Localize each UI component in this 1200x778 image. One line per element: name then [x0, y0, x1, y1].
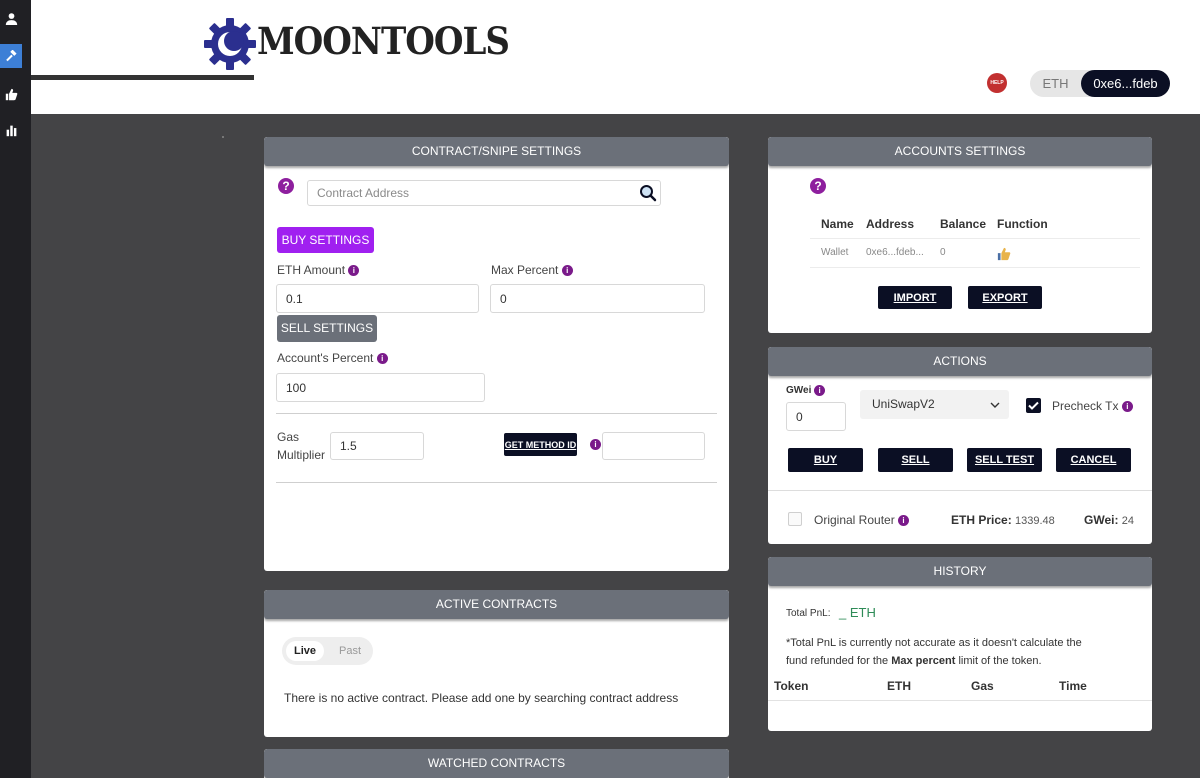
actions-panel: ACTIONS GWei i 0 UniSwapV2 Precheck Tx i… [768, 347, 1152, 544]
max-percent-label: Max Percent i [491, 263, 573, 277]
live-past-toggle: Live Past [282, 637, 373, 665]
accounts-settings-title: ACCOUNTS SETTINGS [768, 137, 1152, 166]
logo-text: MOONTOOLS [257, 20, 510, 64]
gwei-label: GWei i [786, 385, 826, 396]
sidebar-item-stats[interactable] [0, 118, 22, 142]
network-label[interactable]: ETH [1030, 70, 1081, 97]
pnl-note-line1: *Total PnL is currently not accurate as … [786, 637, 1082, 649]
info-icon[interactable]: i [814, 385, 826, 396]
help-question-icon[interactable]: ? [810, 178, 826, 194]
gwei-input[interactable]: 0 [786, 402, 846, 431]
contract-settings-title: CONTRACT/SNIPE SETTINGS [264, 137, 729, 166]
divider [276, 413, 717, 414]
original-router-label: Original Router i [814, 513, 910, 527]
buy-button[interactable]: BUY [788, 448, 863, 472]
chevron-down-icon [990, 402, 1000, 408]
divider [768, 490, 1152, 491]
history-title: HISTORY [768, 557, 1152, 586]
active-contracts-title: ACTIVE CONTRACTS [264, 590, 729, 619]
get-method-id-button[interactable]: GET METHOD ID [504, 433, 577, 456]
total-pnl-label: Total PnL: [786, 608, 831, 619]
hammer-icon [5, 49, 17, 61]
divider [768, 700, 1152, 701]
router-select[interactable]: UniSwapV2 [860, 390, 1009, 419]
bar-chart-icon [6, 125, 16, 136]
watched-contracts-title: WATCHED CONTRACTS [264, 749, 729, 778]
sidebar [0, 0, 31, 778]
help-question-icon[interactable]: ? [278, 178, 294, 194]
column-header: ETH [887, 679, 911, 693]
contract-settings-panel: CONTRACT/SNIPE SETTINGS ? Contract Addre… [264, 137, 729, 571]
active-contracts-panel: ACTIVE CONTRACTS Live Past There is no a… [264, 590, 729, 737]
divider [810, 238, 1140, 239]
divider [276, 482, 717, 483]
column-header: Balance [940, 217, 987, 231]
gwei-status: GWei: 24 [1084, 513, 1135, 527]
total-pnl-value: _ ETH [839, 605, 876, 620]
watched-contracts-panel: WATCHED CONTRACTS [264, 749, 729, 778]
precheck-label: Precheck Tx i [1052, 399, 1133, 413]
account-name: Wallet [821, 247, 849, 258]
column-header: Gas [971, 679, 994, 693]
method-id-input[interactable] [602, 432, 705, 460]
network-wallet-pill[interactable]: ETH 0xe6...fdeb [1030, 70, 1170, 97]
header: MOONTOOLS HELP ETH 0xe6...fdeb [31, 0, 1200, 114]
user-icon [5, 12, 17, 25]
sidebar-item-profile[interactable] [0, 6, 22, 30]
account-balance: 0 [940, 247, 946, 258]
gas-multiplier-label-line2: Multiplier [277, 448, 326, 462]
sell-button[interactable]: SELL [878, 448, 953, 472]
history-panel: HISTORY Total PnL: _ ETH *Total PnL is c… [768, 557, 1152, 731]
column-header: Address [866, 217, 915, 231]
max-percent-input[interactable]: 0 [490, 284, 705, 313]
column-header: Name [821, 217, 854, 231]
info-icon[interactable]: i [376, 353, 388, 365]
tab-live[interactable]: Live [286, 641, 324, 661]
tab-past[interactable]: Past [332, 641, 368, 661]
sidebar-item-tools[interactable] [0, 44, 22, 68]
gas-multiplier-input[interactable]: 1.5 [330, 432, 424, 460]
precheck-checkbox[interactable] [1026, 398, 1041, 413]
wallet-address[interactable]: 0xe6...fdeb [1081, 70, 1170, 97]
eth-price-status: ETH Price: 1339.48 [951, 513, 1055, 527]
sell-test-button[interactable]: SELL TEST [967, 448, 1042, 472]
info-icon[interactable]: i [898, 515, 910, 527]
moon-gear-logo-icon [204, 18, 256, 70]
info-icon[interactable]: i [590, 439, 601, 450]
column-header: Token [774, 679, 809, 693]
pnl-note-line2: fund refunded for the Max percent limit … [786, 655, 1042, 667]
info-icon[interactable]: i [348, 265, 360, 277]
actions-title: ACTIONS [768, 347, 1152, 376]
export-button[interactable]: EXPORT [968, 286, 1042, 309]
column-header: Time [1059, 679, 1087, 693]
account-percent-input[interactable]: 100 [276, 373, 485, 402]
sell-settings-button[interactable]: SELL SETTINGS [277, 315, 377, 342]
checkmark-icon [1028, 401, 1039, 410]
search-icon[interactable] [639, 184, 657, 202]
thumbs-up-icon [5, 88, 17, 100]
import-button[interactable]: IMPORT [878, 286, 952, 309]
eth-amount-input[interactable]: 0.1 [276, 284, 479, 313]
cancel-button[interactable]: CANCEL [1056, 448, 1131, 472]
column-header: Function [997, 217, 1048, 231]
router-selected-value: UniSwapV2 [872, 397, 935, 411]
logo-underline [31, 75, 254, 80]
help-icon[interactable]: HELP [987, 73, 1007, 93]
empty-state-text: There is no active contract. Please add … [284, 691, 679, 705]
info-icon[interactable]: i [561, 265, 573, 277]
contract-address-input[interactable]: Contract Address [307, 180, 661, 206]
decorative-dot [222, 136, 224, 138]
account-percent-label: Account's Percent i [277, 351, 388, 365]
divider [810, 267, 1140, 268]
sidebar-item-likes[interactable] [0, 82, 22, 106]
eth-amount-label: ETH Amount i [277, 263, 360, 277]
account-address: 0xe6...fdeb... [866, 247, 924, 258]
gas-multiplier-label-line1: Gas [277, 430, 300, 444]
accounts-settings-panel: ACCOUNTS SETTINGS ? Name Address Balance… [768, 137, 1152, 333]
buy-settings-button[interactable]: BUY SETTINGS [277, 227, 374, 253]
thumbs-up-icon[interactable] [996, 247, 1012, 261]
info-icon[interactable]: i [1121, 401, 1133, 413]
original-router-checkbox[interactable] [788, 512, 802, 526]
